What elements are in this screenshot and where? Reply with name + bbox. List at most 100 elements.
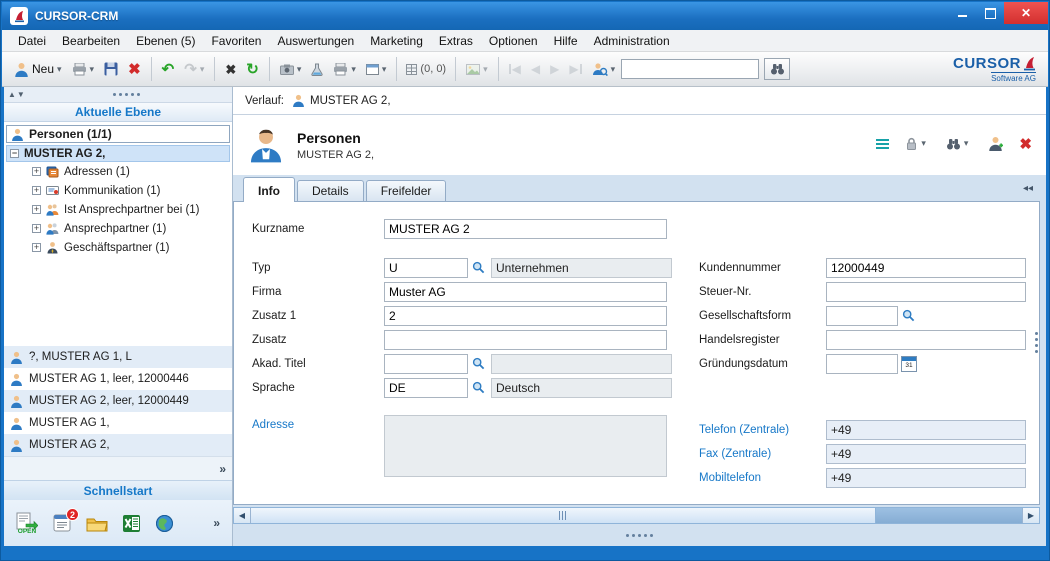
history-list-item[interactable]: MUSTER AG 2, <box>4 434 232 456</box>
handelsregister-input[interactable] <box>826 330 1026 350</box>
quickstart-tasks-button[interactable]: 2 <box>52 513 72 533</box>
tree-node-selected[interactable]: MUSTER AG 2, <box>6 145 230 162</box>
image-button[interactable] <box>462 61 492 78</box>
expand-icon[interactable] <box>32 243 41 252</box>
sidebar-splitter[interactable]: ▲▼ <box>4 87 232 103</box>
sprache-lookup-button[interactable] <box>470 379 487 397</box>
history-list-item[interactable]: ?, MUSTER AG 1, L <box>4 346 232 368</box>
flask-button[interactable] <box>307 60 327 79</box>
history-list-item[interactable]: MUSTER AG 1, <box>4 412 232 434</box>
redo-button[interactable]: ↷ <box>180 59 208 80</box>
zusatz1-input[interactable] <box>384 306 667 326</box>
collapse-expander-icon[interactable] <box>10 149 19 158</box>
print-button[interactable] <box>68 60 99 79</box>
flask-icon <box>311 63 323 76</box>
steuer-nr-input[interactable] <box>826 282 1026 302</box>
tab-freifelder[interactable]: Freifelder <box>366 180 447 201</box>
quickstart-more-button[interactable]: » <box>213 516 220 530</box>
nav-next-button[interactable]: ▶ <box>546 59 563 79</box>
horizontal-scrollbar[interactable]: ◀ ▶ <box>233 507 1040 524</box>
maximize-button[interactable] <box>976 2 1004 24</box>
scroll-right-button[interactable]: ▶ <box>1022 508 1039 523</box>
bottom-splitter[interactable] <box>233 524 1046 546</box>
assign-person-button[interactable] <box>984 133 1007 154</box>
kundennummer-input[interactable] <box>826 258 1026 278</box>
nav-last-button[interactable]: ▶ <box>565 59 585 79</box>
typ-lookup-button[interactable] <box>470 259 487 277</box>
calendar-icon[interactable]: 31 <box>901 356 917 372</box>
scroll-left-button[interactable]: ◀ <box>234 508 251 523</box>
menu-bearbeiten[interactable]: Bearbeiten <box>54 32 128 50</box>
camera-button[interactable] <box>276 61 306 78</box>
history-list-item[interactable]: MUSTER AG 2, leer, 12000449 <box>4 390 232 412</box>
menu-favoriten[interactable]: Favoriten <box>203 32 269 50</box>
search-record-button[interactable] <box>942 135 973 153</box>
delete-button[interactable]: ✖ <box>124 59 145 80</box>
akad-titel-input[interactable] <box>384 354 468 374</box>
tab-info[interactable]: Info <box>243 177 295 202</box>
mobiltelefon-field[interactable]: +49 <box>826 468 1026 488</box>
nav-prev-button[interactable]: ◀ <box>527 59 544 79</box>
menu-datei[interactable]: Datei <box>10 32 54 50</box>
tree-node-ansprechpartner[interactable]: Ansprechpartner (1) <box>4 219 232 238</box>
menu-extras[interactable]: Extras <box>431 32 481 50</box>
menu-ebenen[interactable]: Ebenen (5) <box>128 32 203 50</box>
quickstart-web-button[interactable] <box>155 514 174 533</box>
person-search-button[interactable] <box>588 59 620 80</box>
minimize-button[interactable] <box>948 2 976 24</box>
gruendungsdatum-input[interactable] <box>826 354 898 374</box>
sprache-input[interactable] <box>384 378 468 398</box>
new-button[interactable]: Neu <box>10 59 66 80</box>
kurzname-input[interactable] <box>384 219 667 239</box>
menu-hilfe[interactable]: Hilfe <box>546 32 586 50</box>
fax-field[interactable]: +49 <box>826 444 1026 464</box>
tree-node-geschaeftspartner[interactable]: Geschäftspartner (1) <box>4 238 232 257</box>
tree-node-kommunikation[interactable]: Kommunikation (1) <box>4 181 232 200</box>
drag-dots-icon[interactable] <box>113 93 140 96</box>
scrollbar-thumb[interactable] <box>251 508 876 523</box>
save-button[interactable] <box>100 59 122 79</box>
quickstart-open-button[interactable]: OPEN <box>16 512 38 535</box>
expand-icon[interactable] <box>32 167 41 176</box>
tab-details[interactable]: Details <box>297 180 364 201</box>
quickstart-excel-button[interactable] <box>122 514 141 533</box>
panel-splitter-dots[interactable] <box>1033 332 1039 353</box>
history-more-button[interactable]: » <box>219 462 226 476</box>
toolbar-search-input[interactable] <box>621 59 759 79</box>
firma-input[interactable] <box>384 282 667 302</box>
gesellschaftsform-input[interactable] <box>826 306 898 326</box>
nav-first-button[interactable]: ◀ <box>505 59 525 79</box>
tree-node-ist-ansprechpartner-bei[interactable]: Ist Ansprechpartner bei (1) <box>4 200 232 219</box>
menu-optionen[interactable]: Optionen <box>481 32 546 50</box>
telefon-field[interactable]: +49 <box>826 420 1026 440</box>
quick-print-button[interactable] <box>329 60 360 79</box>
collapse-arrows-icon[interactable]: ▲▼ <box>8 90 26 99</box>
lock-button[interactable] <box>901 134 930 154</box>
expand-icon[interactable] <box>32 224 41 233</box>
gesellschaftsform-lookup-button[interactable] <box>900 307 917 325</box>
collapse-panel-handle[interactable]: ◂◂ <box>1020 181 1036 196</box>
clear-button[interactable]: ✖ <box>221 59 240 80</box>
expand-icon[interactable] <box>32 186 41 195</box>
history-list-item[interactable]: MUSTER AG 1, leer, 12000446 <box>4 368 232 390</box>
tree-node-adressen[interactable]: Adressen (1) <box>4 162 232 181</box>
menu-marketing[interactable]: Marketing <box>362 32 431 50</box>
undo-button[interactable]: ↶ <box>158 59 179 80</box>
akad-titel-lookup-button[interactable] <box>470 355 487 373</box>
zusatz-input[interactable] <box>384 330 667 350</box>
menu-list-icon[interactable] <box>876 139 889 149</box>
drag-dots-icon[interactable] <box>626 534 653 537</box>
close-record-icon[interactable]: ✖ <box>1019 135 1032 153</box>
menu-administration[interactable]: Administration <box>586 32 678 50</box>
menu-auswertungen[interactable]: Auswertungen <box>269 32 362 50</box>
typ-input[interactable] <box>384 258 468 278</box>
close-button[interactable] <box>1004 2 1048 24</box>
tree-root-personen[interactable]: Personen (1/1) <box>6 125 230 143</box>
scrollbar-track[interactable] <box>251 508 1022 523</box>
find-button[interactable] <box>764 58 790 80</box>
view-window-button[interactable] <box>362 61 391 78</box>
refresh-button[interactable]: ↻ <box>242 59 263 80</box>
expand-icon[interactable] <box>32 205 41 214</box>
quickstart-mail-button[interactable] <box>86 514 108 532</box>
history-chip[interactable]: MUSTER AG 2, <box>292 94 391 107</box>
